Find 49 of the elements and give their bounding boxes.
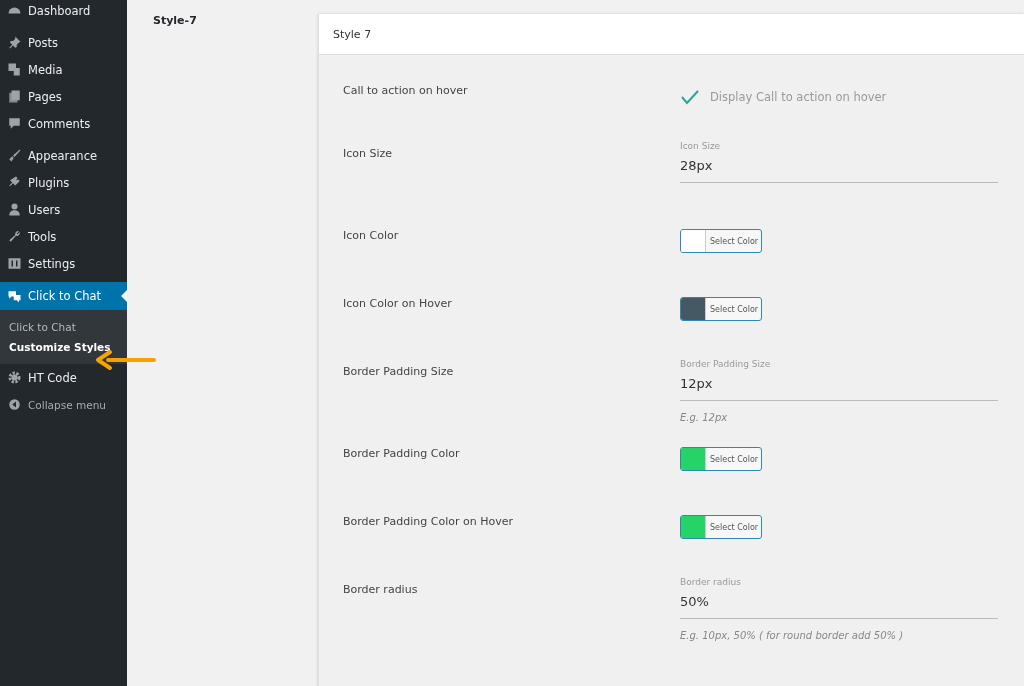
submenu-item[interactable]: Customize Styles: [0, 337, 127, 357]
color-picker-button[interactable]: Select Color: [680, 515, 762, 539]
sliders-icon: [7, 256, 22, 271]
menu-item[interactable]: Users: [0, 196, 127, 223]
menu-item[interactable]: Settings: [0, 250, 127, 277]
person-icon: [7, 202, 22, 217]
menu-item[interactable]: Media: [0, 56, 127, 83]
media-icon: [7, 62, 22, 77]
help-text: E.g. 12px: [680, 412, 729, 425]
setting-label: Border Padding Size: [343, 365, 455, 380]
input-field[interactable]: 50%: [680, 587, 998, 619]
color-picker-button[interactable]: Select Color: [680, 229, 762, 253]
menu-item[interactable]: Appearance: [0, 142, 127, 169]
color-picker-button[interactable]: Select Color: [680, 447, 762, 471]
menu-item[interactable]: HT Code: [0, 364, 127, 391]
pin-icon: [7, 35, 22, 50]
setting-label: Icon Color: [343, 229, 400, 244]
field-label: Border radius: [680, 577, 742, 587]
setting-label: Border radius: [343, 583, 419, 598]
menu-item[interactable]: Collapse menu: [0, 391, 127, 418]
setting-label: Border Padding Color: [343, 447, 461, 462]
menu-item[interactable]: Click to Chat: [0, 282, 127, 310]
submenu-item[interactable]: Click to Chat: [0, 317, 127, 337]
input-field[interactable]: 28px: [680, 151, 998, 183]
menu-item[interactable]: Plugins: [0, 169, 127, 196]
brush-icon: [7, 148, 22, 163]
field-label: Icon Size: [680, 141, 722, 151]
menu-item[interactable]: Comments: [0, 110, 127, 137]
chat-bubbles-icon: [7, 288, 22, 304]
speech-bubble-icon: [7, 116, 22, 131]
current-item-notch: [121, 290, 127, 302]
card-title: Style 7: [333, 27, 372, 41]
menu-item[interactable]: Tools: [0, 223, 127, 250]
field-label: Border Padding Size: [680, 359, 772, 369]
menu-item[interactable]: Dashboard: [0, 0, 127, 24]
page-title: Style-7: [153, 14, 198, 27]
menu-item[interactable]: Posts: [0, 29, 127, 56]
gear-icon: [7, 370, 22, 385]
wrench-icon: [7, 229, 22, 244]
pages-icon: [7, 89, 22, 104]
help-text: E.g. 10px, 50% ( for round border add 50% ): [680, 630, 905, 643]
setting-label: Border Padding Color on Hover: [343, 515, 514, 530]
setting-label: Call to action on hover: [343, 84, 469, 99]
menu-item[interactable]: Pages: [0, 83, 127, 110]
collapse-icon: [7, 397, 22, 412]
setting-label: Icon Color on Hover: [343, 297, 453, 312]
setting-label: Icon Size: [343, 147, 394, 162]
color-picker-button[interactable]: Select Color: [680, 297, 762, 321]
input-field[interactable]: 12px: [680, 369, 998, 401]
